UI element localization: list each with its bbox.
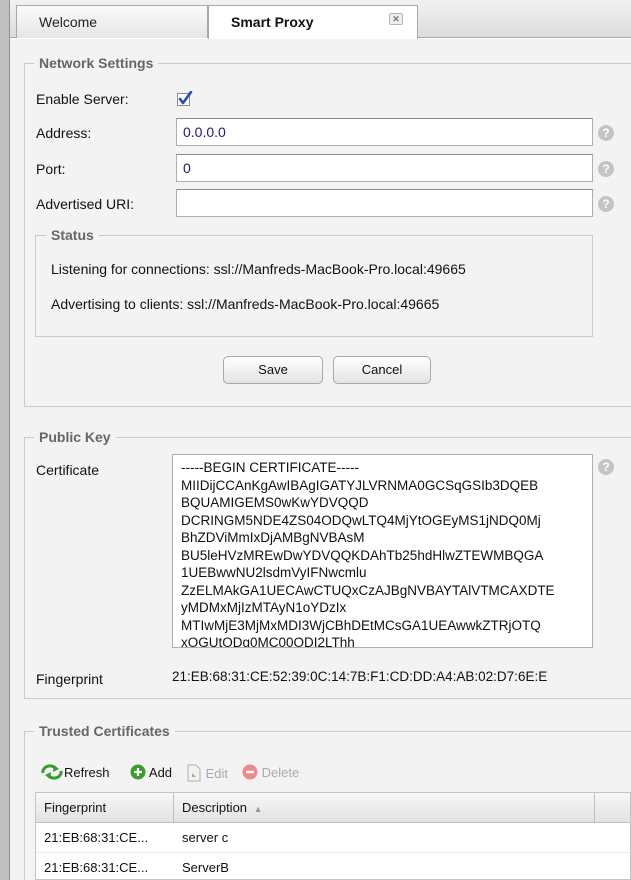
address-label: Address:	[36, 125, 92, 141]
help-icon[interactable]: ?	[598, 196, 614, 212]
tab-welcome[interactable]: Welcome	[16, 5, 208, 38]
close-icon[interactable]: ✕	[389, 13, 403, 25]
fingerprint-label: Fingerprint	[36, 671, 103, 687]
table-row[interactable]: 21:EB:68:31:CE... server c	[36, 823, 630, 853]
sort-ascending-icon: ▲	[253, 804, 263, 814]
listening-status-text: Listening for connections: ssl://Manfred…	[51, 261, 466, 277]
port-label: Port:	[36, 161, 66, 177]
enable-server-label: Enable Server:	[36, 91, 129, 107]
enable-server-checkbox[interactable]	[177, 91, 193, 107]
refresh-label: Refresh	[64, 765, 110, 780]
edit-button[interactable]: Edit	[186, 764, 228, 783]
column-header-fingerprint[interactable]: Fingerprint	[36, 793, 173, 823]
advertised-uri-label: Advertised URI:	[36, 196, 135, 212]
save-button[interactable]: Save	[223, 356, 323, 384]
window-frame-left	[0, 0, 10, 880]
advertised-uri-input[interactable]	[176, 189, 593, 217]
trusted-certificates-legend: Trusted Certificates	[34, 723, 175, 739]
cell-description: server c	[182, 830, 229, 845]
public-key-legend: Public Key	[34, 429, 116, 445]
status-legend: Status	[46, 227, 99, 243]
refresh-icon	[41, 764, 63, 780]
tab-smart-proxy-label: Smart Proxy	[231, 14, 314, 30]
help-icon[interactable]: ?	[598, 459, 614, 475]
cell-description: ServerB	[182, 860, 229, 875]
help-icon[interactable]: ?	[598, 125, 614, 141]
status-fieldset	[35, 235, 593, 337]
table-row[interactable]: 21:EB:68:31:CE... ServerB	[36, 853, 630, 880]
cell-fingerprint: 21:EB:68:31:CE...	[44, 830, 149, 845]
port-input[interactable]: 0	[176, 154, 593, 182]
advertising-status-text: Advertising to clients: ssl://Manfreds-M…	[51, 296, 440, 312]
network-settings-legend: Network Settings	[34, 55, 159, 71]
add-label: Add	[148, 765, 173, 780]
fingerprint-value: 21:EB:68:31:CE:52:39:0C:14:7B:F1:CD:DD:A…	[172, 669, 548, 684]
tab-smart-proxy[interactable]: Smart Proxy ✕	[208, 5, 418, 39]
delete-label: Delete	[261, 765, 300, 780]
tab-strip: Welcome Smart Proxy ✕	[10, 0, 631, 39]
address-input[interactable]: 0.0.0.0	[176, 118, 593, 146]
edit-label: Edit	[205, 766, 229, 781]
certificate-textarea[interactable]: -----BEGIN CERTIFICATE----- MIIDijCCAnKg…	[172, 454, 593, 648]
delete-button[interactable]: Delete	[242, 764, 299, 782]
column-header-description-label: Description	[182, 800, 248, 815]
add-icon	[130, 764, 146, 780]
add-button[interactable]: Add	[130, 764, 172, 782]
cancel-button[interactable]: Cancel	[333, 356, 431, 384]
column-header-description[interactable]: Description ▲	[174, 793, 594, 823]
column-divider[interactable]	[594, 793, 595, 823]
smart-proxy-panel: Network Settings Enable Server: Address:…	[10, 39, 631, 880]
delete-icon	[242, 764, 258, 780]
refresh-button[interactable]: Refresh	[40, 764, 110, 782]
edit-icon	[187, 764, 201, 782]
trusted-certificates-grid: Fingerprint Description ▲ 21:EB:68:31:CE…	[35, 792, 631, 880]
help-icon[interactable]: ?	[598, 161, 614, 177]
cell-fingerprint: 21:EB:68:31:CE...	[44, 860, 149, 875]
grid-header: Fingerprint Description ▲	[36, 793, 630, 823]
certificate-label: Certificate	[36, 462, 100, 478]
